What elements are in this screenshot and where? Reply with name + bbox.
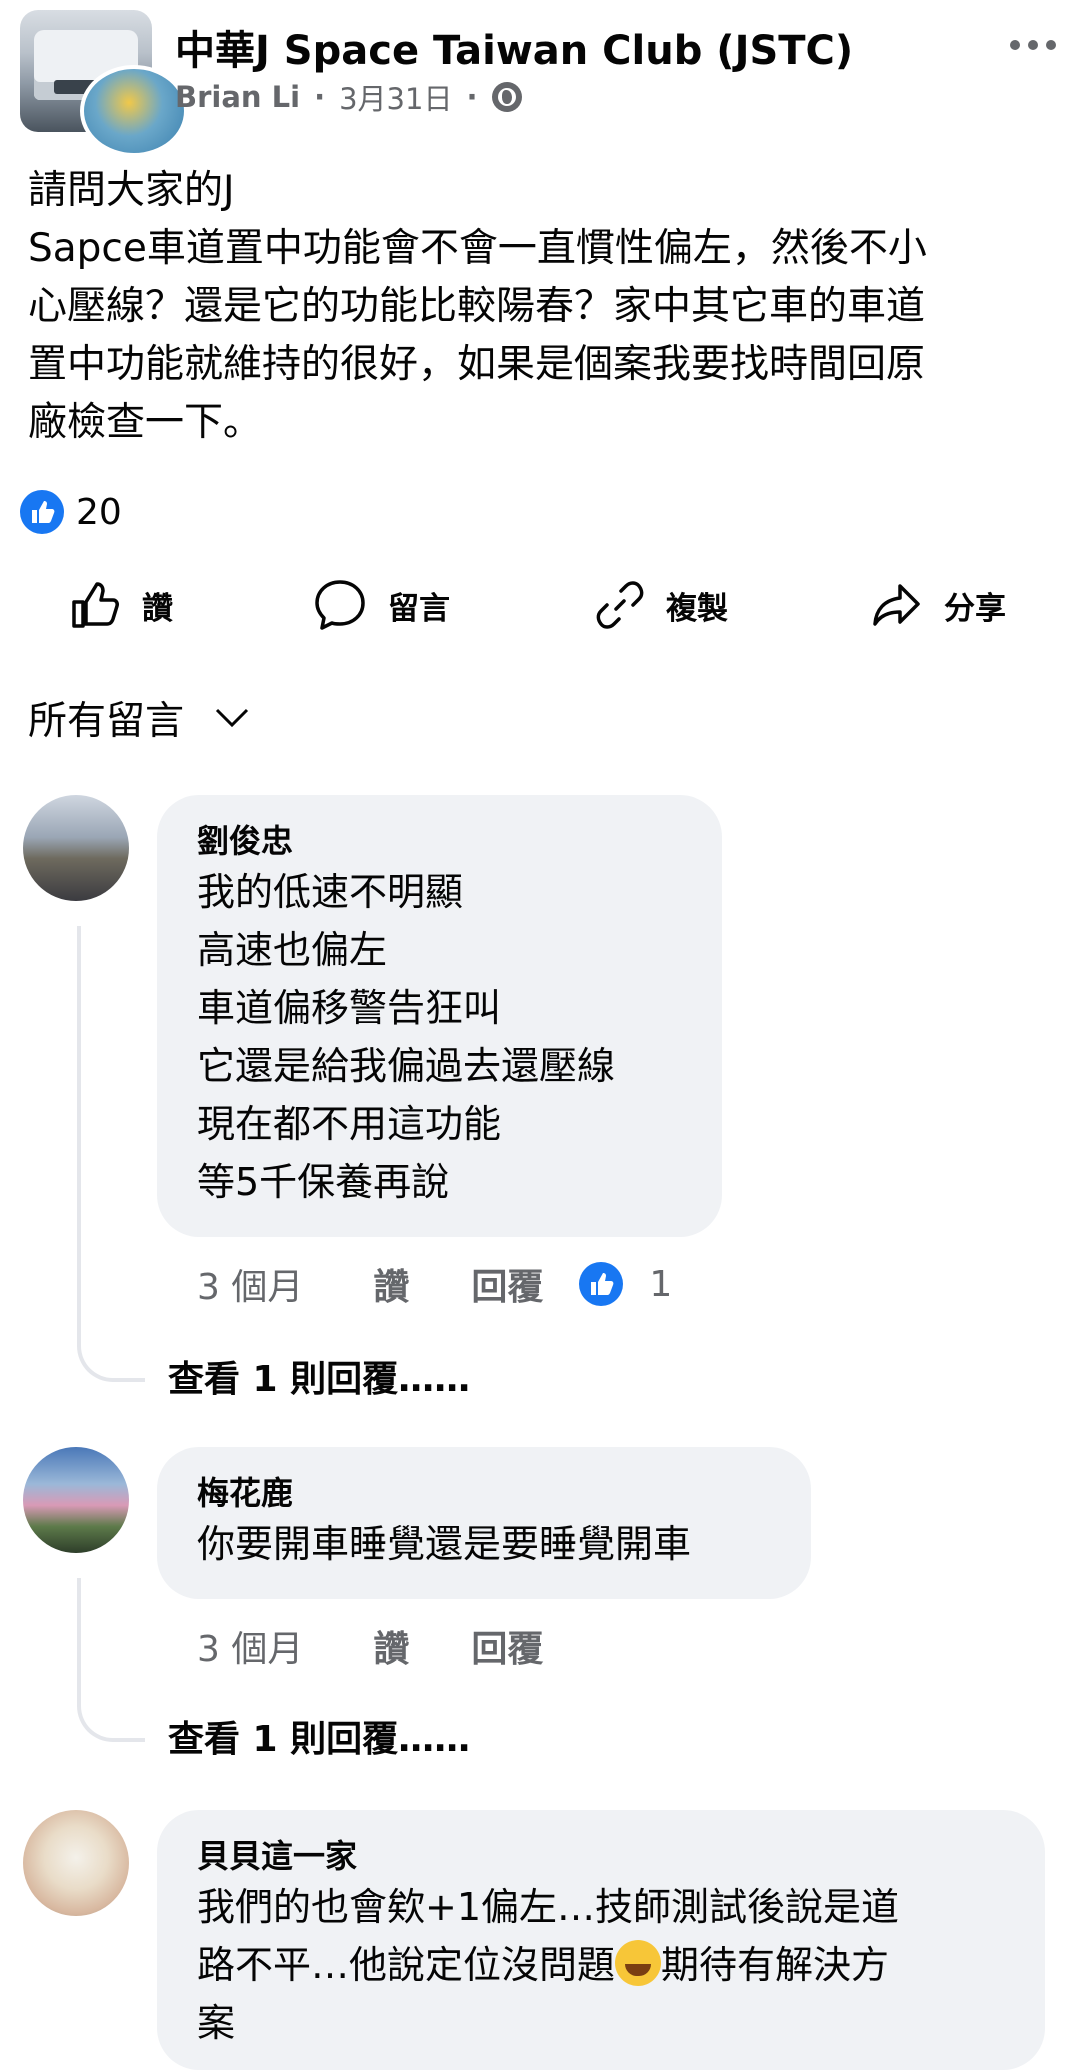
reaction-summary[interactable]: 20 xyxy=(20,490,122,534)
like-reaction-icon xyxy=(579,1262,624,1306)
post-text: 請問大家的J Sapce車道置中功能會不會一直慣性偏左，然後不小 心壓線？還是它… xyxy=(28,168,927,445)
thread-connector xyxy=(77,926,145,1382)
post-meta: Brian Li · 3月31日 · xyxy=(175,76,522,118)
comment-time[interactable]: 3 個月 xyxy=(197,1620,303,1672)
comment-button[interactable]: 留言 xyxy=(312,570,450,640)
comment-bubble: 梅花鹿 你要開車睡覺還是要睡覺開車 xyxy=(157,1447,811,1599)
like-label: 讚 xyxy=(142,590,173,627)
comment-bubble: 劉俊忠 我的低速不明顯 高速也偏左 車道偏移警告狂叫 它還是給我偏過去還壓線 現… xyxy=(157,795,722,1237)
globe-icon xyxy=(491,82,522,112)
comment-sort-dropdown[interactable]: 所有留言 xyxy=(28,690,250,746)
author-avatar[interactable] xyxy=(80,65,188,157)
commenter-name[interactable]: 貝貝這一家 xyxy=(197,1834,1005,1878)
comment-like-count[interactable]: 1 xyxy=(649,1264,672,1305)
comment-actions: 3 個月 讚 回覆 xyxy=(197,1620,543,1672)
post-action-bar: 讚 留言 複製 分享 xyxy=(0,570,1080,640)
share-label: 分享 xyxy=(944,590,1006,627)
comment-like-button[interactable]: 讚 xyxy=(373,1258,409,1310)
commenter-avatar[interactable] xyxy=(23,1810,129,1916)
view-replies-link[interactable]: 查看 1 則回覆…… xyxy=(168,1350,470,1402)
chevron-down-icon xyxy=(215,708,249,728)
commenter-avatar[interactable] xyxy=(23,1447,129,1553)
comment-bubble: 貝貝這一家 我們的也會欸+1偏左…技師測試後說是道 路不平…他說定位沒問題 期待有… xyxy=(157,1810,1045,2070)
comment-label: 留言 xyxy=(388,590,450,627)
comment-icon xyxy=(315,580,365,630)
commenter-name[interactable]: 劉俊忠 xyxy=(197,819,682,863)
comment-like-button[interactable]: 讚 xyxy=(373,1620,409,1672)
comment-time[interactable]: 3 個月 xyxy=(197,1258,303,1310)
like-button[interactable]: 讚 xyxy=(68,570,173,640)
comment-actions: 3 個月 讚 回覆 1 xyxy=(197,1258,672,1310)
comment-text: 你要開車睡覺還是要睡覺開車 xyxy=(197,1522,692,1566)
thread-connector xyxy=(77,1578,145,1742)
comment-text: 我們的也會欸+1偏左…技師測試後說是道 路不平…他說定位沒問題 期待有解決方 案 xyxy=(197,1878,1005,2052)
meta-separator: · xyxy=(466,80,478,114)
sort-label: 所有留言 xyxy=(28,699,185,744)
more-dots-icon[interactable] xyxy=(1010,40,1056,50)
share-button[interactable]: 分享 xyxy=(870,570,1006,640)
comment-reply-button[interactable]: 回覆 xyxy=(471,1258,543,1310)
meta-separator: · xyxy=(314,80,326,114)
copy-label: 複製 xyxy=(666,590,728,627)
group-avatar[interactable] xyxy=(20,10,188,157)
view-replies-link[interactable]: 查看 1 則回覆…… xyxy=(168,1710,470,1762)
grinning-sweat-emoji-icon xyxy=(615,1940,662,1986)
reaction-count: 20 xyxy=(76,491,122,533)
share-icon xyxy=(873,584,920,626)
thumbs-up-icon xyxy=(72,582,119,628)
comment-reply-button[interactable]: 回覆 xyxy=(471,1620,543,1672)
author-name[interactable]: Brian Li xyxy=(175,80,300,114)
commenter-name[interactable]: 梅花鹿 xyxy=(197,1471,771,1515)
group-name[interactable]: 中華J Space Taiwan Club (JSTC) xyxy=(175,18,853,76)
link-icon xyxy=(596,581,644,629)
comment-text: 我的低速不明顯 高速也偏左 車道偏移警告狂叫 它還是給我偏過去還壓線 現在都不用… xyxy=(197,870,616,1204)
post-date[interactable]: 3月31日 xyxy=(339,76,452,118)
commenter-avatar[interactable] xyxy=(23,795,129,901)
like-reaction-icon xyxy=(20,490,64,534)
copy-link-button[interactable]: 複製 xyxy=(594,570,728,640)
